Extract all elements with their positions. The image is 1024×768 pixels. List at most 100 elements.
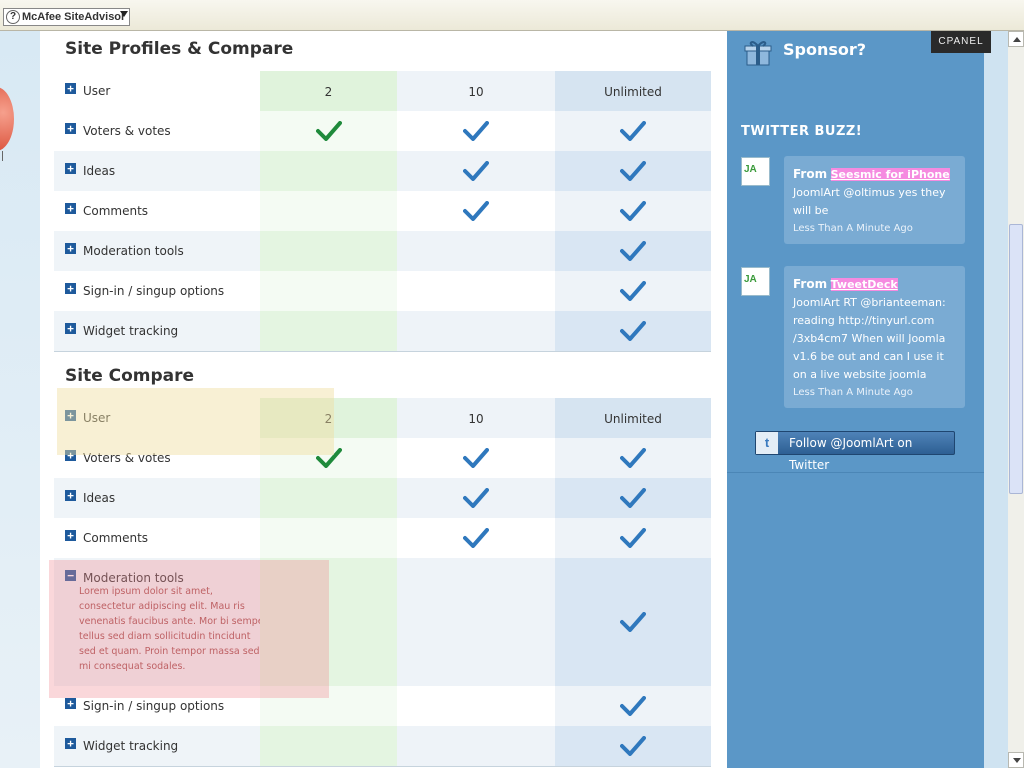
expand-plus-icon[interactable]: + <box>65 123 76 134</box>
expand-plus-icon[interactable]: + <box>65 163 76 174</box>
expand-plus-icon[interactable]: + <box>65 530 76 541</box>
expand-plus-icon[interactable]: + <box>65 83 76 94</box>
plan-cell <box>260 231 397 271</box>
siteadvisor-label: McAfee SiteAdvisor <box>22 11 126 23</box>
table-row: + Comments <box>54 518 711 558</box>
tweet-source-link[interactable]: TweetDeck <box>830 278 898 291</box>
checkmark-icon <box>620 488 646 508</box>
avatar[interactable]: JA <box>741 157 770 186</box>
expand-plus-icon[interactable]: + <box>65 490 76 501</box>
plan-cell <box>260 478 397 518</box>
cpanel-button[interactable]: CPANEL <box>931 31 991 53</box>
plan-cell <box>555 478 711 518</box>
tweet-text: JoomlArt @oltimus yes they will be <box>793 186 946 217</box>
plan-cell <box>555 686 711 726</box>
feature-label[interactable]: Voters & votes <box>83 124 171 138</box>
highlight-overlay <box>49 560 329 698</box>
plan-label: 2 <box>324 85 333 99</box>
feature-label[interactable]: Sign-in / singup options <box>83 284 224 298</box>
checkmark-icon <box>463 201 489 221</box>
feature-cell: + Widget tracking <box>54 726 260 766</box>
avatar[interactable]: JA <box>741 267 770 296</box>
checkmark-icon <box>620 612 646 632</box>
plan-cell <box>260 311 397 351</box>
expand-plus-icon[interactable]: + <box>65 738 76 749</box>
plan-cell <box>397 478 555 518</box>
balloon-string <box>2 151 11 161</box>
feature-label[interactable]: User <box>83 84 110 98</box>
feature-label[interactable]: Widget tracking <box>83 739 178 753</box>
plan-cell <box>397 311 555 351</box>
plan-cell <box>397 231 555 271</box>
plan-cell <box>555 726 711 766</box>
sponsor-heading: Sponsor? <box>783 40 867 59</box>
feature-label[interactable]: Ideas <box>83 164 115 178</box>
plan-header-cell: 10 <box>397 71 555 111</box>
plan-cell <box>397 438 555 478</box>
plan-cell <box>555 271 711 311</box>
feature-label[interactable]: Comments <box>83 204 148 218</box>
table-row: + Ideas <box>54 151 711 191</box>
plan-cell <box>260 151 397 191</box>
plan-cell <box>260 111 397 151</box>
scrollbar-thumb[interactable] <box>1009 224 1023 494</box>
checkmark-icon <box>620 736 646 756</box>
tweet-time: Less Than A Minute Ago <box>793 223 913 234</box>
tweet-from: From TweetDeck <box>793 277 898 291</box>
follow-twitter-button[interactable]: t Follow @JoomlArt on Twitter <box>755 431 955 472</box>
table-row: + Moderation tools <box>54 231 711 271</box>
tweet-card: From Seesmic for iPhone JoomlArt @oltimu… <box>784 156 965 244</box>
follow-label: Follow @JoomlArt on Twitter <box>789 436 913 472</box>
feature-cell: + Comments <box>54 518 260 558</box>
checkmark-icon <box>315 121 342 141</box>
browser-toolbar: ? McAfee SiteAdvisor <box>0 0 1024 31</box>
section-title: Site Compare <box>65 366 195 386</box>
plan-label: Unlimited <box>604 412 662 426</box>
twitter-icon: t <box>756 432 778 454</box>
plan-cell <box>260 191 397 231</box>
checkmark-icon <box>463 121 489 141</box>
tweet-source-link[interactable]: Seesmic for iPhone <box>830 168 950 181</box>
page-background <box>0 31 40 768</box>
scroll-up-button[interactable] <box>1008 31 1024 47</box>
feature-label[interactable]: Moderation tools <box>83 244 184 258</box>
expand-plus-icon[interactable]: + <box>65 203 76 214</box>
scroll-down-button[interactable] <box>1008 752 1024 768</box>
siteadvisor-icon: ? <box>6 10 20 24</box>
plan-cell <box>555 558 711 686</box>
expand-plus-icon[interactable]: + <box>65 698 76 709</box>
feature-label[interactable]: Sign-in / singup options <box>83 699 224 713</box>
feature-label[interactable]: Comments <box>83 531 148 545</box>
arrow-down-icon <box>1013 758 1021 763</box>
plan-label: Unlimited <box>604 85 662 99</box>
expand-plus-icon[interactable]: + <box>65 323 76 334</box>
feature-label[interactable]: Widget tracking <box>83 324 178 338</box>
plan-cell <box>260 726 397 766</box>
checkmark-icon <box>620 281 646 301</box>
page-background <box>984 31 1008 768</box>
plan-cell <box>397 518 555 558</box>
scrollbar[interactable] <box>1008 31 1024 768</box>
plan-cell <box>260 518 397 558</box>
checkmark-icon <box>463 448 489 468</box>
siteadvisor-dropdown-icon[interactable] <box>120 11 128 17</box>
twitter-buzz-heading: TWITTER BUZZ! <box>741 124 863 139</box>
checkmark-icon <box>620 121 646 141</box>
expand-plus-icon[interactable]: + <box>65 243 76 254</box>
plan-label: 10 <box>468 412 484 426</box>
gift-icon <box>744 41 772 66</box>
divider <box>727 472 984 473</box>
plan-cell <box>397 191 555 231</box>
plan-header-cell: Unlimited <box>555 398 711 438</box>
feature-label[interactable]: Ideas <box>83 491 115 505</box>
expand-plus-icon[interactable]: + <box>65 283 76 294</box>
tweet-from: From Seesmic for iPhone <box>793 167 950 181</box>
checkmark-icon <box>463 528 489 548</box>
siteadvisor-button[interactable]: ? McAfee SiteAdvisor <box>3 8 131 26</box>
checkmark-icon <box>620 528 646 548</box>
plan-header-cell: Unlimited <box>555 71 711 111</box>
checkmark-icon <box>620 321 646 341</box>
feature-cell: + Widget tracking <box>54 311 260 351</box>
table-row: + Sign-in / singup options <box>54 271 711 311</box>
plan-cell <box>397 111 555 151</box>
